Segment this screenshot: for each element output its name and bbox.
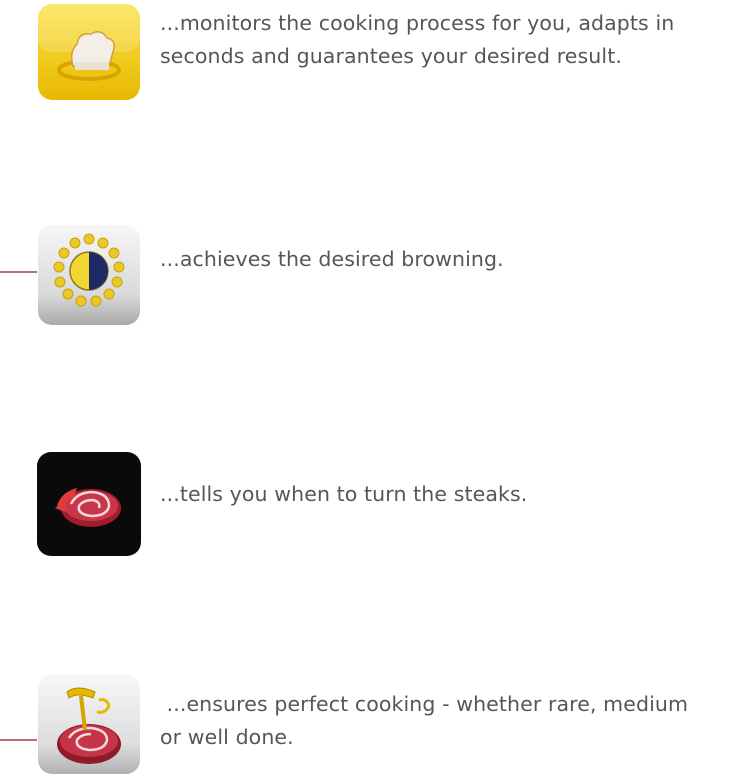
chef-hat-icon	[37, 0, 141, 104]
feature-text-doneness: ...ensures perfect cooking - whether rar…	[160, 692, 695, 749]
cooking-probe-icon	[37, 674, 141, 778]
feature-text-browning: ...achieves the desired browning.	[160, 247, 504, 271]
feature-text-turn-steaks: ...tells you when to turn the steaks.	[160, 482, 528, 506]
connector-line	[0, 739, 37, 741]
turn-steak-icon	[37, 452, 141, 556]
feature-text-monitoring: ...monitors the cooking process for you,…	[160, 11, 675, 68]
connector-line	[0, 271, 37, 273]
feature-item-turn-steaks: ...tells you when to turn the steaks.	[0, 440, 735, 560]
feature-item-doneness: ...ensures perfect cooking - whether rar…	[0, 655, 735, 774]
feature-item-monitoring: ...monitors the cooking process for you,…	[0, 0, 735, 150]
browning-level-icon	[37, 225, 141, 329]
feature-item-browning: ...achieves the desired browning.	[0, 210, 735, 340]
